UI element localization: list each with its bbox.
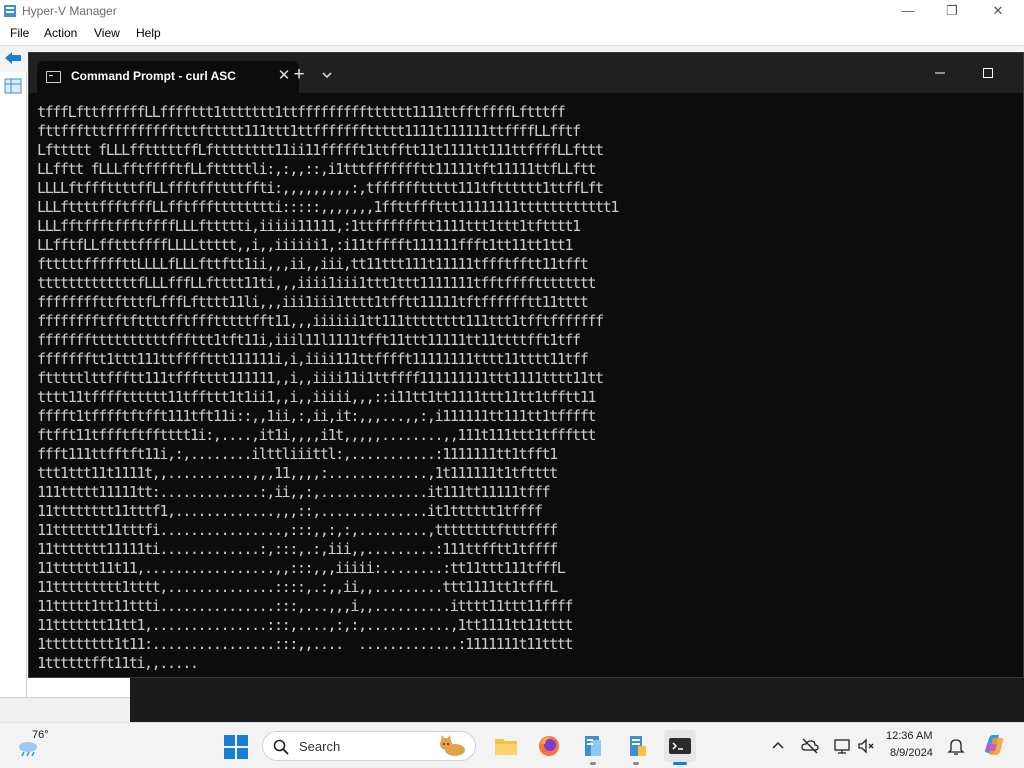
tab-title: Command Prompt - curl ASC (71, 69, 236, 83)
chevron-down-icon[interactable] (319, 67, 335, 83)
network-icon[interactable] (832, 736, 852, 756)
maximize-icon[interactable] (977, 63, 999, 83)
hyperv-status-area (0, 697, 130, 723)
search-label: Search (299, 739, 341, 754)
hyperv-title: Hyper-V Manager (22, 4, 117, 18)
weather-temperature[interactable]: 76° (32, 729, 49, 741)
cloud-offline-icon[interactable] (800, 736, 820, 756)
hyperv-menubar: File Action View Help (0, 23, 1024, 45)
hyperv-navigation-pane (0, 72, 27, 697)
running-indicator (633, 762, 639, 765)
search-icon (273, 739, 289, 755)
desktop-background (130, 678, 1024, 722)
terminal-icon (669, 738, 691, 754)
menu-help[interactable]: Help (136, 26, 161, 40)
hyperv-minimize-button[interactable]: — (898, 2, 918, 20)
minimize-icon[interactable] (929, 63, 951, 83)
firefox-button[interactable] (533, 730, 565, 762)
menu-file[interactable]: File (10, 26, 29, 40)
menu-view[interactable]: View (94, 26, 120, 40)
hyperv-manager-taskbar-button[interactable] (577, 730, 609, 765)
hyperv-app-icon (4, 5, 16, 17)
hyperv-titlebar: Hyper-V Manager — ❐ ✕ (0, 0, 1024, 23)
hyperv-close-button[interactable]: ✕ (988, 2, 1008, 20)
notification-bell-icon[interactable] (946, 736, 966, 756)
running-indicator (590, 762, 596, 765)
clock-date[interactable]: 8/9/2024 (890, 747, 933, 759)
clock-time[interactable]: 12:36 AM (886, 730, 932, 742)
terminal-tab-bar: Command Prompt - curl ASC ✕ + (29, 53, 1023, 93)
ascii-art-output: tfffLfttffffffLLffffttt1ttttttt1ttffffff… (37, 103, 619, 672)
terminal-window: Command Prompt - curl ASC ✕ + tfffLfttff… (28, 52, 1024, 678)
windows-start-icon[interactable] (222, 733, 250, 761)
active-indicator (673, 762, 687, 765)
new-tab-button[interactable]: + (289, 65, 309, 85)
copilot-icon[interactable] (980, 732, 1006, 758)
vm-connect-icon (630, 736, 646, 756)
volume-muted-icon[interactable] (856, 736, 876, 756)
command-prompt-icon (46, 71, 61, 83)
terminal-taskbar-button[interactable] (664, 730, 696, 765)
menu-action[interactable]: Action (44, 26, 77, 40)
taskbar: 76° Search 12:36 AM 8/9/2024 (0, 722, 1024, 768)
hyperv-icon (585, 736, 601, 756)
cat-illustration-icon (440, 735, 465, 756)
folder-icon (495, 739, 517, 755)
terminal-output[interactable]: tfffLfttffffffLLffffttt1ttttttt1ttffffff… (37, 103, 1017, 673)
tab-command-prompt[interactable]: Command Prompt - curl ASC ✕ (37, 61, 299, 93)
chevron-up-icon[interactable] (768, 736, 788, 756)
firefox-icon (539, 736, 559, 756)
hyperv-restore-button[interactable]: ❐ (942, 2, 962, 20)
file-explorer-button[interactable] (490, 730, 522, 762)
back-arrow-icon[interactable] (4, 50, 22, 66)
virtual-machine-connection-button[interactable] (620, 730, 652, 765)
hyperv-server-icon[interactable] (4, 78, 22, 94)
search-box[interactable]: Search (262, 731, 476, 761)
